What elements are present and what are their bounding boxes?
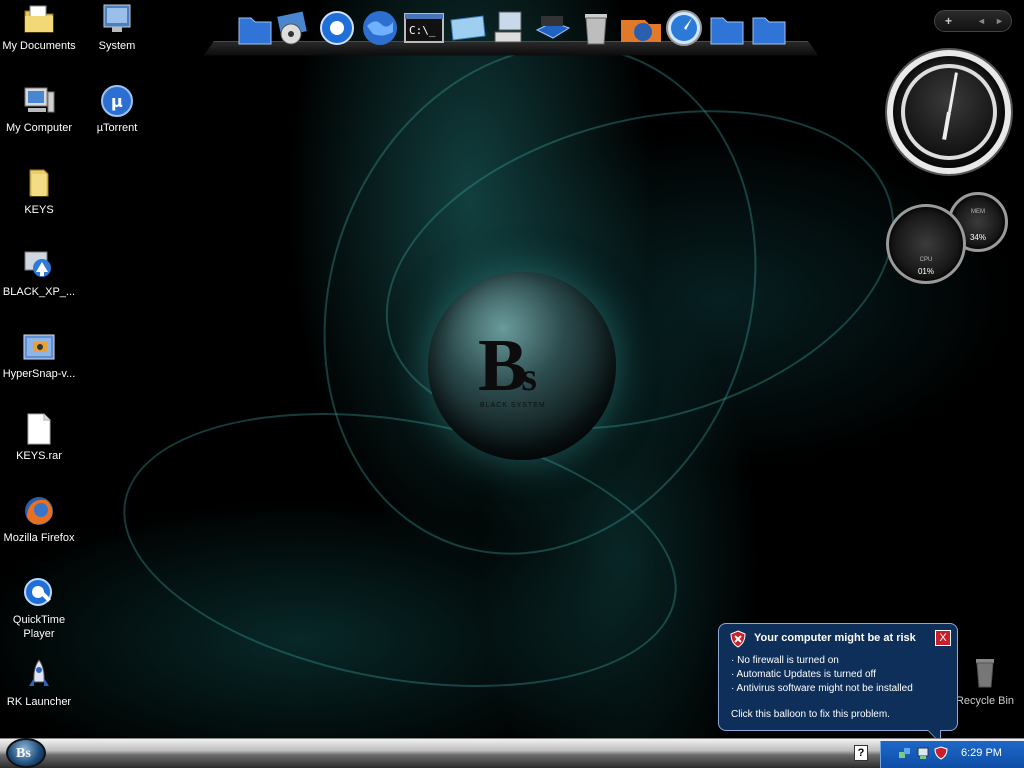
- cpu-gauge: CPU 01%: [886, 204, 966, 284]
- dock-item-folder[interactable]: [235, 8, 273, 48]
- balloon-close-button[interactable]: X: [935, 630, 951, 646]
- xp-installer-icon: [22, 248, 56, 282]
- desktop-icon-keys-folder[interactable]: KEYS: [0, 166, 78, 217]
- quicktime-icon: [22, 576, 56, 610]
- sidebar-next-button[interactable]: ►: [995, 16, 1004, 26]
- safari-icon[interactable]: [665, 8, 703, 48]
- desktop-icon-hypersnap[interactable]: HyperSnap-v...: [0, 330, 78, 381]
- desktop-icon-label: RK Launcher: [6, 696, 72, 708]
- desktop-icon-recycle-bin[interactable]: Recycle Bin: [950, 656, 1020, 707]
- start-button-label: Bs: [16, 746, 31, 761]
- desktop-icon-label: My Documents: [2, 40, 76, 52]
- quicktime-icon[interactable]: [319, 8, 357, 48]
- balloon-footer: Click this balloon to fix this problem.: [731, 709, 890, 720]
- file-icon: [22, 412, 56, 446]
- folder-documents-icon: [22, 2, 56, 36]
- taskbar: [0, 738, 1024, 768]
- desktop-icon-firefox[interactable]: Mozilla Firefox: [0, 494, 78, 545]
- balloon-line: · Automatic Updates is turned off: [731, 669, 876, 680]
- desktop-icon-system[interactable]: System: [78, 2, 156, 53]
- command-prompt-icon[interactable]: C:\_: [403, 8, 445, 48]
- balloon-line: · No firewall is turned on: [731, 655, 839, 666]
- folder-icon[interactable]: [707, 8, 745, 48]
- balloon-title: Your computer might be at risk: [754, 632, 916, 644]
- desktop-icon-rk-launcher[interactable]: RK Launcher: [0, 658, 78, 709]
- network-icon[interactable]: [898, 746, 912, 760]
- desktop-icon-label: BLACK_XP_...: [2, 286, 76, 298]
- svg-text:µ: µ: [111, 92, 123, 111]
- computer-icon[interactable]: [491, 8, 529, 48]
- taskbar-clock[interactable]: 6:29 PM: [961, 747, 1002, 759]
- network-icon[interactable]: [916, 746, 930, 760]
- window-icon[interactable]: [447, 8, 489, 48]
- cpu-gauge-label: CPU: [919, 257, 933, 263]
- desktop-icon-label: HyperSnap-v...: [2, 368, 76, 380]
- desktop-icon-label: QuickTime Player: [12, 614, 66, 640]
- recycle-bin-icon: [976, 659, 994, 688]
- firefox-icon[interactable]: [619, 8, 663, 48]
- desktop-icon-label: KEYS: [24, 204, 54, 216]
- media-player-icon[interactable]: [275, 8, 313, 48]
- security-shield-icon[interactable]: [934, 746, 948, 760]
- clock-gadget[interactable]: [887, 50, 1011, 174]
- logo-letters: Bs: [478, 325, 537, 407]
- hypersnap-icon: [22, 330, 56, 364]
- sidebar-control: + ◄ ►: [934, 10, 1012, 32]
- desktop-icon-label: Recycle Bin: [955, 695, 1015, 707]
- balloon-line: · Antivirus software might not be instal…: [731, 683, 913, 694]
- balloon-message: · No firewall is turned on · Automatic U…: [731, 654, 913, 696]
- desktop: My Documents System My Computer µ µTorre…: [0, 0, 1024, 768]
- cpu-gauge-value: 01%: [917, 267, 934, 276]
- security-shield-icon: [730, 630, 746, 648]
- desktop-icon-quicktime[interactable]: QuickTime Player: [0, 576, 78, 641]
- desktop-icon-my-documents[interactable]: My Documents: [0, 2, 78, 53]
- desktop-icon-my-computer[interactable]: My Computer: [0, 84, 78, 135]
- folder-icon: [22, 166, 56, 200]
- desktop-icon-utorrent[interactable]: µ µTorrent: [78, 84, 156, 135]
- firefox-icon: [22, 494, 56, 528]
- system-icon: [100, 2, 134, 36]
- desktop-icon-label: System: [98, 40, 136, 52]
- desktop-icon-black-xp[interactable]: BLACK_XP_...: [0, 248, 78, 299]
- logo-subtitle: BLACK SYSTEM: [480, 402, 546, 409]
- folder-icon[interactable]: [749, 8, 787, 48]
- trash-icon[interactable]: [577, 8, 615, 48]
- utorrent-icon: µ: [100, 84, 134, 118]
- desktop-icon-label: My Computer: [5, 122, 73, 134]
- computer-icon: [22, 84, 56, 118]
- start-button[interactable]: Bs: [6, 738, 46, 768]
- desktop-icon-label: KEYS.rar: [16, 450, 62, 462]
- desktop-icon-label: µTorrent: [96, 122, 138, 134]
- help-icon[interactable]: ?: [854, 745, 868, 761]
- desktop-icon-label: Mozilla Firefox: [3, 532, 75, 544]
- dock: C:\_: [203, 4, 819, 56]
- sidebar-prev-button[interactable]: ◄: [977, 16, 986, 26]
- rocket-icon: [22, 658, 56, 692]
- drive-icon[interactable]: [533, 8, 571, 48]
- ram-gauge-label: MEM: [971, 209, 985, 215]
- globe-icon[interactable]: [361, 8, 399, 48]
- command-prompt-text: C:\_: [409, 24, 436, 37]
- security-balloon[interactable]: Your computer might be at risk X · No fi…: [718, 623, 958, 744]
- black-system-logo: Bs BLACK SYSTEM: [428, 272, 616, 460]
- add-gadget-button[interactable]: +: [945, 14, 952, 28]
- cpu-meter-gadget[interactable]: MEM 34% CPU 01%: [886, 192, 1014, 284]
- desktop-icon-keys-rar[interactable]: KEYS.rar: [0, 412, 78, 463]
